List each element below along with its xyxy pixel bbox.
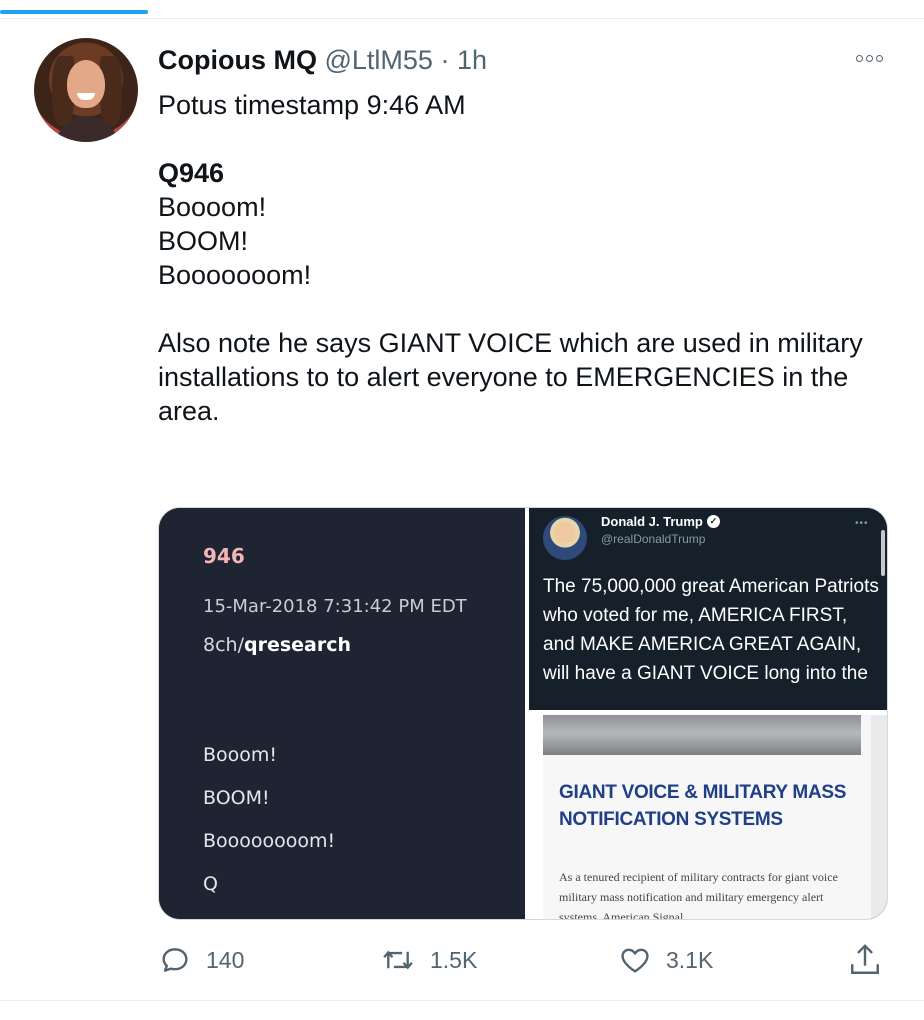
top-tab-bar [0,0,924,19]
tweet-paragraph: Also note he says GIANT VOICE which are … [158,328,871,426]
tweet-text: Potus timestamp 9:46 AM Q946 Boooom! BOO… [158,88,898,428]
share-icon [851,944,879,974]
more-dot-icon [876,54,883,62]
share-button[interactable] [848,935,882,985]
tweet-bold-line: Q946 [158,158,225,188]
embedded-avatar [543,516,587,560]
heart-icon [621,948,649,973]
q-post-lines: Booom! BOOM! Boooooooom! Q [203,744,336,895]
article-title: GIANT VOICE & MILITARY MASS NOTIFICATION… [559,782,847,830]
reply-count: 140 [206,946,245,973]
active-tab-indicator [0,10,148,14]
media-grid[interactable]: 946 15-Mar-2018 7:31:42 PM EDT 8ch/qrese… [158,507,888,920]
like-button[interactable]: 3.1K [618,935,713,985]
q-post-number: 946 [203,544,245,568]
more-dot-icon [866,54,873,62]
retweet-icon [383,950,413,970]
avatar-face [67,60,105,108]
tweet-line: Potus timestamp 9:46 AM [158,90,466,120]
q-board-prefix: 8ch/ [203,634,244,656]
reply-icon [162,948,188,972]
more-dot-icon [856,54,863,62]
embedded-tweet-text: The 75,000,000 great American Patriots w… [543,576,879,684]
header-separator: · [440,45,450,75]
tweet-time[interactable]: 1h [457,45,487,75]
author-handle[interactable]: @LtlM55 [325,45,433,75]
bottom-divider [0,1000,924,1001]
like-count: 3.1K [666,946,714,973]
retweet-button[interactable]: 1.5K [380,935,477,985]
q-post-image[interactable]: 946 15-Mar-2018 7:31:42 PM EDT 8ch/qrese… [159,508,525,919]
embedded-tweet-image[interactable]: Donald J. Trump ✓ @realDonaldTrump ••• T… [529,508,887,710]
embedded-name-row: Donald J. Trump ✓ [601,514,720,529]
article-header-photo [543,715,861,755]
tweet-line: Booooooom! [158,260,312,290]
avatar[interactable] [34,38,138,142]
author-name[interactable]: Copious MQ [158,45,317,75]
retweet-count: 1.5K [430,946,478,973]
tweet-line: BOOM! [158,226,249,256]
article-image[interactable]: GIANT VOICE & MILITARY MASS NOTIFICATION… [529,715,887,920]
embedded-author-handle: @realDonaldTrump [601,532,706,546]
tweet-header: Copious MQ @LtlM55 · 1h [158,44,487,76]
embedded-scrollbar [881,530,885,576]
article-body: As a tenured recipient of military contr… [559,870,838,920]
reply-button[interactable]: 140 [158,935,244,985]
verified-badge-icon: ✓ [706,515,720,528]
embedded-author-name: Donald J. Trump [601,514,703,529]
q-post-board: 8ch/qresearch [203,634,351,656]
tweet-line: Boooom! [158,192,267,222]
more-options-icon[interactable] [856,48,890,68]
embedded-more-icon: ••• [855,518,869,529]
article-sidebar [871,715,887,919]
q-board-name: qresearch [243,634,352,656]
tweet-actions: 140 1.5K 3.1K [158,935,898,985]
q-post-date: 15-Mar-2018 7:31:42 PM EDT [203,596,467,617]
